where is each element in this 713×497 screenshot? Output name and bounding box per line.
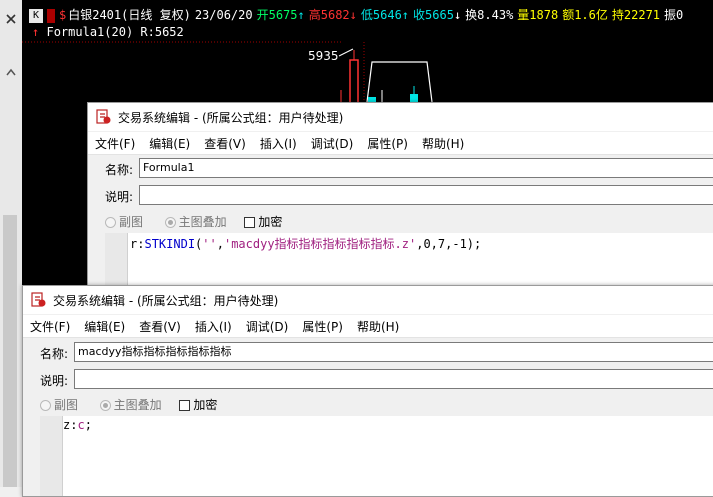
name-field[interactable]: macdyy指标指标指标指标指标: [74, 342, 713, 362]
amplitude: 振0: [664, 8, 684, 22]
volume: 量1878: [517, 8, 559, 22]
title-bar[interactable]: 交易系统编辑 - (所属公式组：用户待处理): [88, 103, 713, 131]
formula-editor-dialog-front[interactable]: 交易系统编辑 - (所属公式组：用户待处理) 文件(F) 编辑(E) 查看(V)…: [22, 285, 713, 497]
radio-main-overlay-label: 主图叠加: [113, 398, 162, 412]
menu-debug[interactable]: 调试(D): [239, 318, 296, 335]
menu-view[interactable]: 查看(V): [132, 318, 188, 335]
app-icon: [31, 292, 46, 307]
formula-curve: [366, 61, 433, 103]
scroll-up-icon[interactable]: [0, 62, 21, 82]
options-row: 副图 主图叠加 加密: [40, 396, 217, 413]
menu-file[interactable]: 文件(F): [23, 318, 77, 335]
menu-debug[interactable]: 调试(D): [304, 135, 361, 152]
close-price: 收5665: [413, 8, 454, 22]
menu-view[interactable]: 查看(V): [197, 135, 253, 152]
menu-bar: 文件(F) 编辑(E) 查看(V) 插入(I) 调试(D) 属性(P) 帮助(H…: [23, 315, 713, 338]
description-label: 说明:: [105, 190, 134, 204]
encrypt-checkbox[interactable]: [244, 217, 256, 228]
candle: [410, 94, 418, 102]
open-price: 开5675: [256, 8, 298, 22]
radio-sub-chart-label: 副图: [119, 215, 144, 229]
encrypt-label: 加密: [193, 398, 218, 412]
name-label: 名称:: [40, 347, 69, 361]
arrow-down-icon: ↓: [453, 8, 462, 22]
menu-properties[interactable]: 属性(P): [295, 318, 350, 335]
title-bar[interactable]: 交易系统编辑 - (所属公式组：用户待处理): [23, 286, 713, 314]
high-price: 高5682: [308, 8, 350, 22]
chart-header: K $ 白银2401(日线 复权) 23/06/20 开5675↑ 高5682↓ 低5646…: [29, 7, 687, 23]
code-line: z:c;: [63, 418, 92, 432]
amount: 额1.6亿: [562, 8, 608, 22]
radio-sub-chart-label: 副图: [54, 398, 79, 412]
name-field[interactable]: Formula1: [139, 158, 713, 178]
line-gutter: [40, 416, 62, 496]
radio-sub-chart[interactable]: [105, 217, 116, 228]
dollar-icon: $: [59, 8, 67, 22]
period-dropdown-icon[interactable]: [47, 8, 55, 23]
scrollbar-thumb[interactable]: [3, 215, 17, 487]
menu-bar: 文件(F) 编辑(E) 查看(V) 插入(I) 调试(D) 属性(P) 帮助(H…: [88, 132, 713, 155]
name-label: 名称:: [105, 163, 134, 177]
arrow-up-icon: ↑: [297, 8, 305, 22]
menu-properties[interactable]: 属性(P): [360, 135, 415, 152]
menu-help[interactable]: 帮助(H): [415, 135, 471, 152]
radio-main-overlay[interactable]: [99, 400, 111, 411]
menu-insert[interactable]: 插入(I): [253, 135, 304, 152]
close-icon[interactable]: [0, 9, 21, 29]
code-editor[interactable]: z:c;: [62, 416, 713, 496]
arrow-up-icon: ↑: [32, 25, 40, 39]
open-interest: 持22271: [611, 8, 661, 22]
radio-main-overlay-label: 主图叠加: [178, 215, 227, 229]
chart-date: 23/06/20: [194, 8, 253, 22]
radio-main-overlay[interactable]: [164, 217, 176, 228]
menu-insert[interactable]: 插入(I): [188, 318, 239, 335]
price-label: 5935: [308, 49, 339, 63]
formula-editor-dialog-back[interactable]: 交易系统编辑 - (所属公式组：用户待处理) 文件(F) 编辑(E) 查看(V)…: [87, 102, 713, 304]
dialog-title: 交易系统编辑 - (所属公式组：用户待处理): [53, 293, 279, 308]
menu-file[interactable]: 文件(F): [88, 135, 142, 152]
arrow-down-icon: ↓: [349, 8, 357, 22]
description-field[interactable]: [74, 369, 713, 389]
description-label: 说明:: [40, 374, 69, 388]
stock-name: 白银2401(日线 复权): [68, 8, 191, 22]
description-field[interactable]: [139, 185, 713, 205]
k-button[interactable]: K: [29, 8, 43, 23]
encrypt-label: 加密: [258, 215, 283, 229]
formula-readout: ↑ Formula1(20) R:5652: [32, 25, 184, 39]
encrypt-checkbox[interactable]: [179, 400, 191, 411]
app-icon: [96, 109, 111, 124]
dialog-title: 交易系统编辑 - (所属公式组：用户待处理): [118, 110, 344, 125]
left-scrollbar[interactable]: [0, 0, 23, 487]
turnover-rate: 换8.43%: [465, 8, 514, 22]
menu-edit[interactable]: 编辑(E): [142, 135, 197, 152]
low-price: 低5646: [360, 8, 402, 22]
code-line: r:STKINDI('','macdyy指标指标指标指标指标.z',0,7,-1…: [130, 237, 482, 251]
radio-sub-chart[interactable]: [40, 400, 51, 411]
arrow-up-icon: ↑: [401, 8, 410, 22]
formula-value: Formula1(20) R:5652: [46, 25, 184, 39]
menu-help[interactable]: 帮助(H): [350, 318, 406, 335]
options-row: 副图 主图叠加 加密: [105, 213, 282, 230]
menu-edit[interactable]: 编辑(E): [77, 318, 132, 335]
